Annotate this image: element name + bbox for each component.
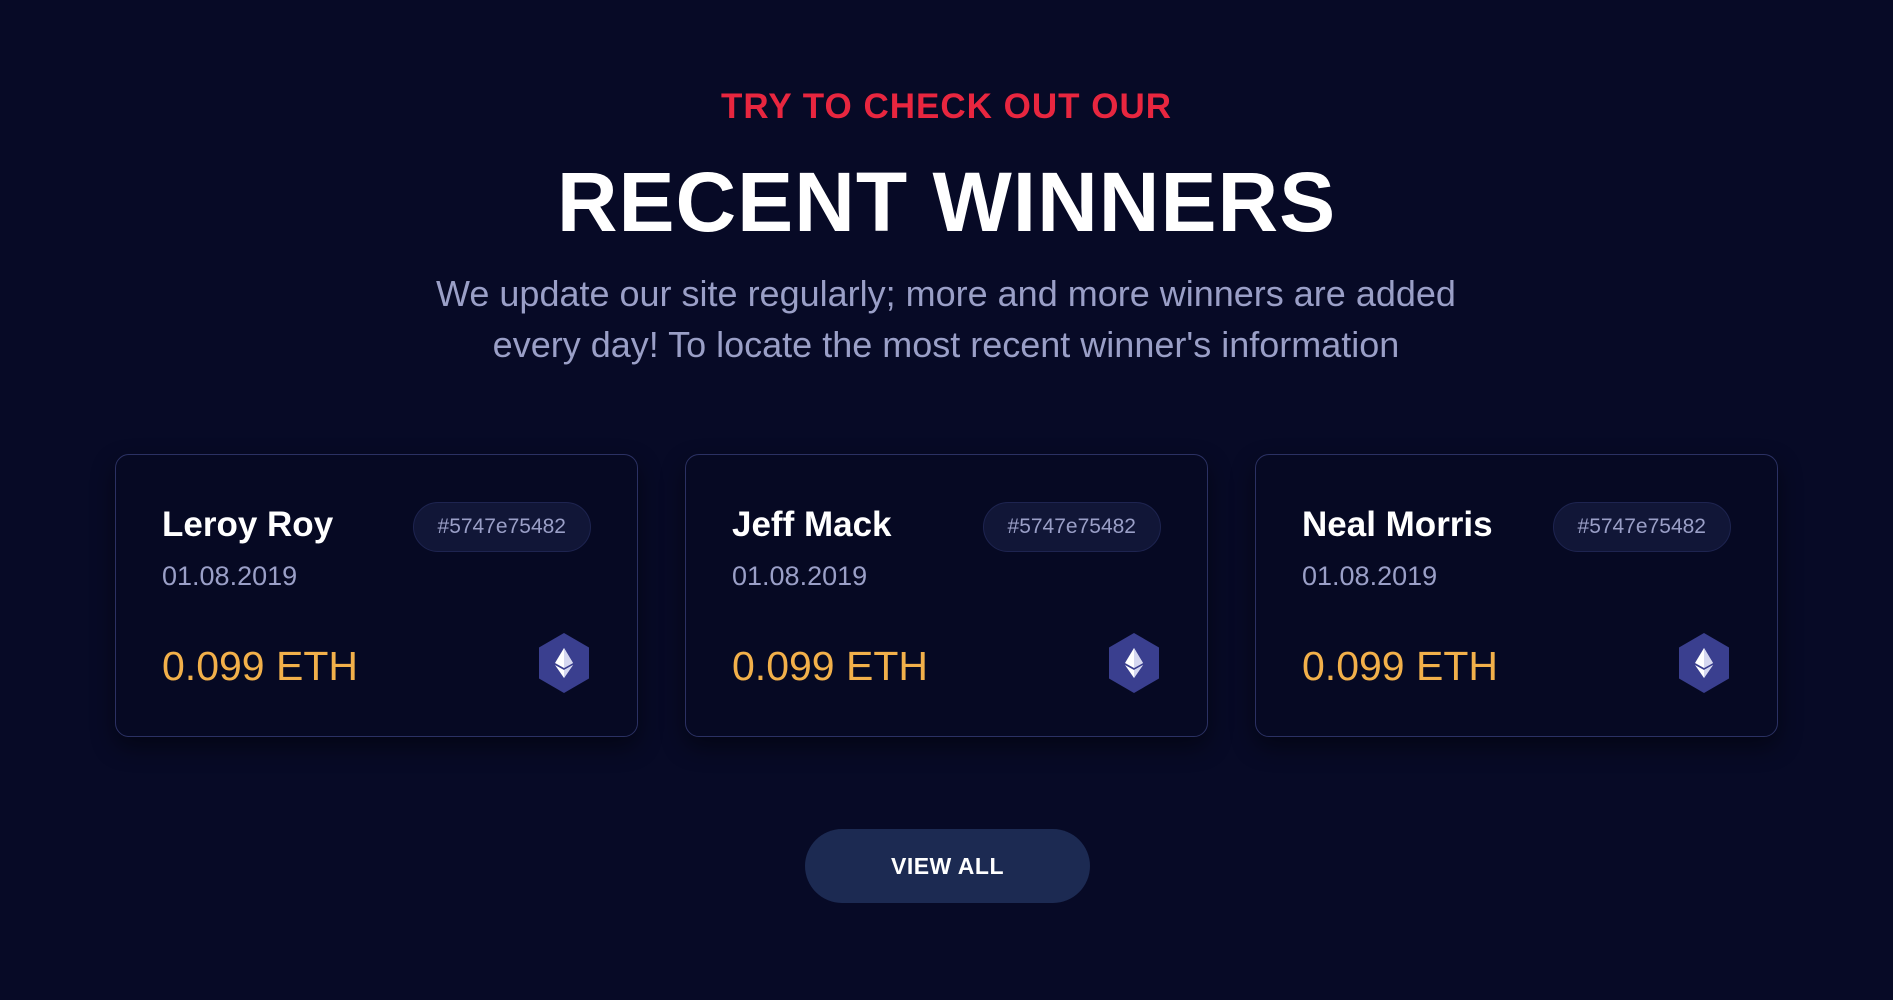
winner-card: Leroy Roy #5747e75482 01.08.2019 0.099 E… (115, 454, 638, 737)
section-title: RECENT WINNERS (556, 155, 1337, 249)
view-all-button[interactable]: VIEW ALL (805, 829, 1090, 903)
ethereum-icon (539, 633, 589, 693)
ethereum-icon (1109, 633, 1159, 693)
winner-amount: 0.099 ETH (1302, 643, 1498, 689)
winner-amount: 0.099 ETH (162, 643, 358, 689)
winner-name: Leroy Roy (162, 505, 334, 544)
winner-name: Neal Morris (1302, 505, 1493, 544)
winner-date: 01.08.2019 (732, 561, 868, 591)
section-eyebrow: TRY TO CHECK OUT OUR (720, 87, 1173, 126)
recent-winners-section: TRY TO CHECK OUT OUR RECENT WINNERS We u… (0, 0, 1893, 1000)
section-subtitle: We update our site regularly; more and m… (436, 273, 1456, 365)
winner-id-badge: #5747e75482 (982, 502, 1161, 552)
winner-date: 01.08.2019 (162, 561, 298, 591)
winner-id-badge: #5747e75482 (412, 502, 591, 552)
winner-amount: 0.099 ETH (732, 643, 928, 689)
winner-id-badge: #5747e75482 (1552, 502, 1731, 552)
winner-card: Jeff Mack #5747e75482 01.08.2019 0.099 E… (685, 454, 1208, 737)
ethereum-icon (1679, 633, 1729, 693)
winner-date: 01.08.2019 (1302, 561, 1438, 591)
winner-card: Neal Morris #5747e75482 01.08.2019 0.099… (1255, 454, 1778, 737)
winner-name: Jeff Mack (732, 505, 892, 544)
